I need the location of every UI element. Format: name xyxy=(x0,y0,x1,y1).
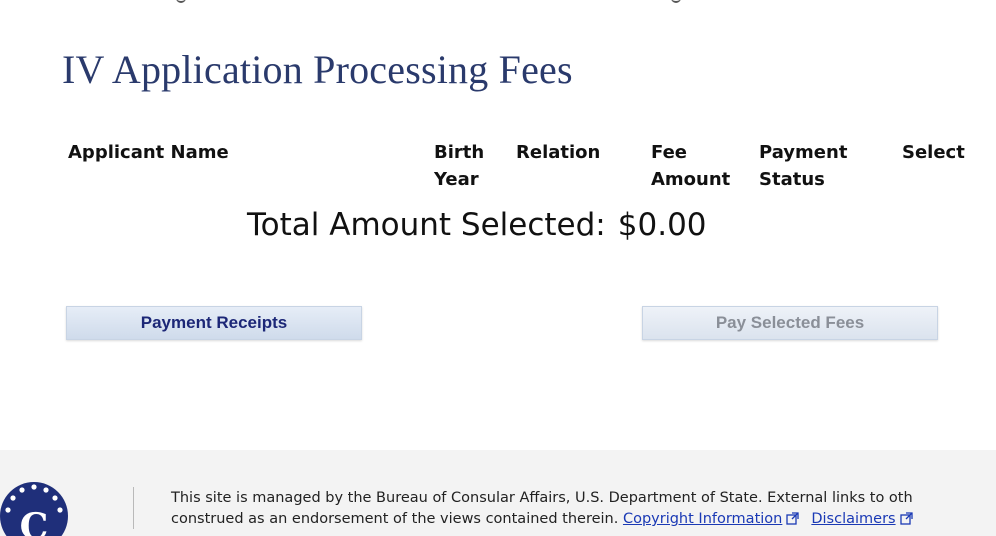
column-header-applicant-name: Applicant Name xyxy=(68,142,229,163)
column-header-select: Select xyxy=(902,142,965,163)
cropped-glyph xyxy=(671,0,681,3)
column-header-payment-status: Payment Status xyxy=(759,142,848,190)
total-label: Total Amount Selected: xyxy=(247,207,606,243)
footer: C This site is managed by the Bureau of … xyxy=(0,450,996,536)
payment-receipts-button[interactable]: Payment Receipts xyxy=(66,306,362,340)
footer-line-1: This site is managed by the Bureau of Co… xyxy=(171,490,913,506)
footer-divider xyxy=(133,487,134,529)
column-header-relation: Relation xyxy=(516,142,601,163)
disclaimers-link[interactable]: Disclaimers xyxy=(811,511,895,527)
cropped-content-fragment xyxy=(0,0,996,10)
footer-disclaimer-text: This site is managed by the Bureau of Co… xyxy=(171,488,996,530)
fee-table-header: Applicant Name Birth Year Relation Fee A… xyxy=(68,139,988,199)
column-header-birth-year: Birth Year xyxy=(434,142,485,190)
external-link-icon xyxy=(899,512,913,525)
copyright-information-link[interactable]: Copyright Information xyxy=(623,511,782,527)
seal-icon: C xyxy=(0,482,68,536)
pay-selected-fees-button[interactable]: Pay Selected Fees xyxy=(642,306,938,340)
total-amount-value: $0.00 xyxy=(617,207,707,243)
footer-line-2-text: construed as an endorsement of the views… xyxy=(171,511,619,527)
seal-letter: C xyxy=(20,506,49,536)
total-amount-selected: Total Amount Selected: $0.00 xyxy=(247,207,707,243)
column-header-fee-amount: Fee Amount xyxy=(651,142,731,190)
consular-affairs-seal-logo: C xyxy=(0,478,72,536)
cropped-glyph xyxy=(176,0,186,3)
external-link-icon xyxy=(786,512,800,525)
page: IV Application Processing Fees Applicant… xyxy=(0,0,996,536)
page-title: IV Application Processing Fees xyxy=(62,47,573,92)
footer-line-2: construed as an endorsement of the views… xyxy=(171,509,996,530)
